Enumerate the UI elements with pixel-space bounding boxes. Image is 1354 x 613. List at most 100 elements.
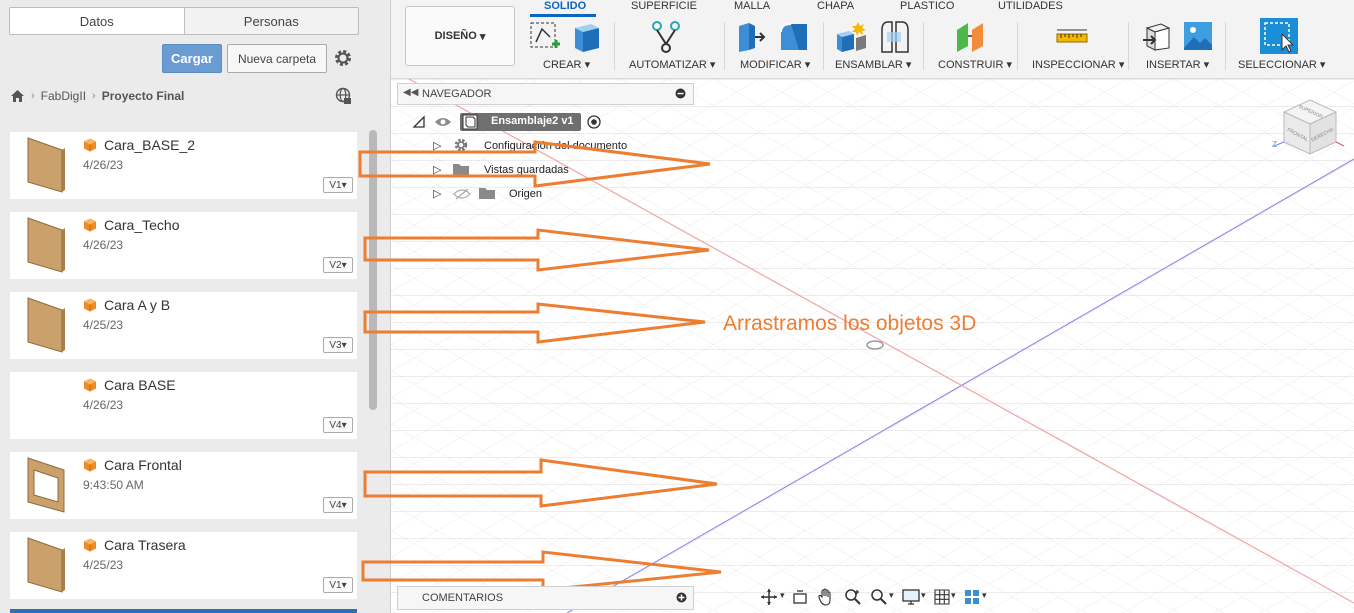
list-item[interactable]: Cara_Techo 4/26/23 V2 ▾ [10,212,357,279]
tab-plastico[interactable]: PLASTICO [900,0,954,12]
tab-solido[interactable]: SOLIDO [544,0,586,12]
divider [614,22,615,70]
list-item[interactable]: Cara_BASE_2 4/26/23 V1 ▾ [10,132,357,199]
list-item[interactable]: Cara Frontal 9:43:50 AM V4 ▾ [10,452,357,519]
joint-icon[interactable] [878,20,910,54]
list-item[interactable]: Cara BASE 4/26/23 V4 ▾ [10,372,357,439]
caret-down-icon: ▾ [905,59,912,71]
workspace-label: DISEÑO [434,30,477,42]
root-label: Ensamblaje2 v1 [491,115,574,127]
version-label: V4 [329,499,342,511]
version-dropdown[interactable]: V3 ▾ [323,337,353,353]
arrow-shape [358,140,711,188]
press-pull-icon[interactable] [735,20,767,54]
divider [724,22,725,70]
insert-image-icon[interactable] [1182,20,1214,52]
group-automatizar[interactable]: AUTOMATIZAR ▾ [629,58,715,71]
measure-icon[interactable] [1055,26,1089,48]
group-ensamblar[interactable]: ENSAMBLAR ▾ [835,58,911,71]
caret-down-icon: ▾ [584,59,591,71]
selection-strip [10,609,357,613]
navigation-bar: ▾ ▾ ▾ ▾ ▾ [760,586,996,608]
collapse-icon[interactable]: ◀◀ [403,87,418,98]
component-icon [462,114,478,130]
caret-down-icon[interactable]: ▾ [780,590,785,601]
extrude-icon[interactable] [571,20,603,54]
breadcrumb-project[interactable]: FabDigII [41,89,86,103]
version-dropdown[interactable]: V4 ▾ [323,417,353,433]
offset-plane-icon[interactable] [954,20,988,54]
comments-panel[interactable]: COMENTARIOS [397,586,694,610]
group-label: CONSTRUIR [938,59,1004,71]
new-component-icon[interactable] [834,20,868,54]
navigator-header[interactable]: ◀◀ NAVEGADOR [397,83,694,105]
annotation-text: Arrastramos los objetos 3D [723,312,977,335]
home-icon[interactable] [10,89,25,103]
sketch-icon[interactable] [528,20,562,54]
arrow-shape [361,550,722,590]
caret-down-icon: ▾ [709,59,716,71]
plus-circle-icon[interactable] [676,592,687,603]
version-label: V1 [329,179,342,191]
group-label: CREAR [543,59,582,71]
divider [1225,22,1226,70]
automate-icon[interactable] [649,20,683,54]
workspace-dropdown[interactable]: DISEÑO ▾ [405,6,515,66]
caret-down-icon[interactable]: ▾ [889,590,894,601]
caret-down-icon: ▾ [1319,59,1326,71]
list-item[interactable]: Cara A y B 4/25/23 V3 ▾ [10,292,357,359]
cube-icon [84,458,96,472]
group-inspeccionar[interactable]: INSPECCIONAR ▾ [1032,58,1124,71]
tab-utilidades[interactable]: UTILIDADES [998,0,1063,12]
board-thumbnail [27,137,65,193]
select-icon[interactable] [1260,18,1298,54]
tab-malla[interactable]: MALLA [734,0,770,12]
caret-down-icon[interactable]: ▾ [951,590,956,601]
group-modificar[interactable]: MODIFICAR ▾ [740,58,810,71]
gear-icon[interactable] [333,48,353,68]
orbit-icon[interactable] [760,588,778,606]
version-label: V2 [329,259,342,271]
version-dropdown[interactable]: V2 ▾ [323,257,353,273]
group-label: ENSAMBLAR [835,59,903,71]
version-dropdown[interactable]: V1 ▾ [323,177,353,193]
nueva-carpeta-button[interactable]: Nueva carpeta [227,44,327,73]
pan-hand-icon[interactable] [818,588,834,606]
version-dropdown[interactable]: V4 ▾ [323,497,353,513]
fit-zoom-icon[interactable] [870,588,888,606]
caret-down-icon: ▾ [341,339,347,351]
tab-personas[interactable]: Personas [183,8,359,34]
fillet-icon[interactable] [777,20,811,54]
display-settings-icon[interactable] [902,589,920,605]
caret-down-icon[interactable]: ▾ [982,590,987,601]
group-insertar[interactable]: INSERTAR ▾ [1146,58,1209,71]
look-at-icon[interactable] [792,589,808,605]
caret-down-icon: ▾ [479,30,486,43]
tab-superficie[interactable]: SUPERFICIE [631,0,697,12]
viewports-icon[interactable] [964,589,980,605]
cargar-button[interactable]: Cargar [162,44,222,73]
caret-down-icon[interactable]: ▾ [921,590,926,601]
version-dropdown[interactable]: V1 ▾ [323,577,353,593]
group-label: SELECCIONAR [1238,59,1317,71]
group-construir[interactable]: CONSTRUIR ▾ [938,58,1012,71]
insert-derive-icon[interactable] [1141,20,1173,52]
activate-radio-icon[interactable] [587,115,601,129]
eye-icon[interactable] [434,116,452,128]
data-panel: Datos Personas Cargar Nueva carpeta › Fa… [0,0,391,613]
tab-chapa[interactable]: CHAPA [817,0,854,12]
navigator-title: NAVEGADOR [422,88,492,100]
group-crear[interactable]: CREAR ▾ [543,58,590,71]
zoom-icon[interactable] [844,588,862,606]
viewcube[interactable]: SUPERIOR FRONTAL DERECHA Z [1270,94,1350,162]
group-seleccionar[interactable]: SELECCIONAR ▾ [1238,58,1325,71]
globe-icon[interactable] [334,87,352,105]
list-item[interactable]: Cara Trasera 4/25/23 V1 ▾ [10,532,357,599]
ribbon-toolbar: DISEÑO ▾ SOLIDO SUPERFICIE MALLA CHAPA P… [391,0,1354,79]
triangle-expand-icon[interactable] [412,115,426,129]
cube-icon [84,138,96,152]
minus-circle-icon[interactable] [675,88,686,99]
tab-datos[interactable]: Datos [10,8,184,34]
grid-settings-icon[interactable] [934,589,950,605]
cube-icon [84,378,96,392]
